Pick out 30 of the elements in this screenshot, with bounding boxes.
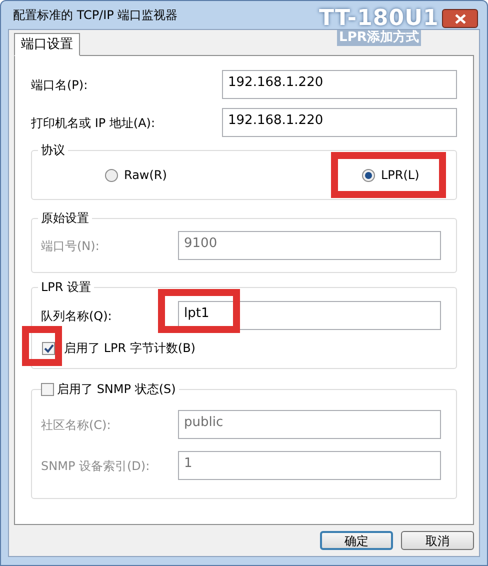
close-icon — [454, 14, 466, 24]
field-label: 端口号(N): — [41, 238, 100, 254]
input-field[interactable]: 192.168.1.220 — [222, 70, 457, 99]
input-field[interactable]: 192.168.1.220 — [222, 108, 457, 137]
field-label: SNMP 设备索引(D): — [41, 458, 151, 474]
group-title: LPR 设置 — [38, 279, 94, 295]
radio-button[interactable] — [105, 168, 118, 182]
tab[interactable]: 端口设置 — [14, 33, 80, 56]
radio-label: Raw(R) — [124, 167, 167, 184]
checkbox[interactable] — [41, 383, 54, 396]
group-title: 原始设置 — [38, 210, 92, 226]
checkbox[interactable] — [42, 342, 55, 354]
field-label: 打印机名或 IP 地址(A): — [31, 115, 156, 132]
radio-label: LPR(L) — [380, 167, 420, 184]
checkbox-label: 启用了 LPR 字节计数(B) — [64, 340, 196, 357]
checkbox-label: 启用了 SNMP 状态(S) — [54, 382, 179, 397]
field-label: 队列名称(Q): — [41, 308, 112, 324]
input-field[interactable]: lpt1 — [178, 301, 441, 330]
dialog-button[interactable]: 取消 — [401, 531, 474, 550]
field-label: 社区名称(C): — [41, 416, 112, 434]
input-field[interactable]: public — [178, 410, 441, 439]
annotation-text: LPR添加方式 — [337, 30, 421, 46]
close-button[interactable] — [442, 9, 478, 28]
field-label: 端口名(P): — [31, 77, 88, 94]
window-title: 配置标准的 TCP/IP 端口监视器 — [13, 7, 178, 24]
annotation-text: TT-180U1 — [319, 8, 439, 30]
input-field[interactable]: 1 — [178, 451, 441, 480]
group-title: 协议 — [38, 142, 68, 158]
dialog-button[interactable]: 确定 — [320, 531, 393, 550]
radio-button[interactable] — [362, 168, 375, 182]
